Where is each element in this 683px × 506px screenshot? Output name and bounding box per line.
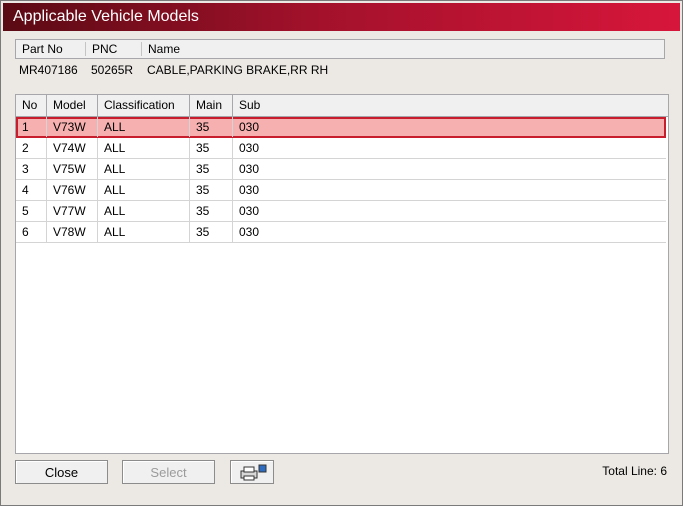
close-button[interactable]: Close — [15, 460, 108, 484]
cell-sub: 030 — [239, 225, 260, 239]
cell-classification: ALL — [98, 222, 190, 242]
title-bar[interactable]: Applicable Vehicle Models — [3, 3, 680, 31]
table-row[interactable]: 2 V74W ALL 35 030 — [16, 138, 666, 159]
cell-main: 35 — [190, 201, 233, 221]
cell-no: 2 — [16, 138, 47, 158]
cell-no: 5 — [16, 201, 47, 221]
pnc-value: 50265R — [91, 63, 134, 77]
table-row[interactable]: 6 V78W ALL 35 030 — [16, 222, 666, 243]
cell-sub: 030 — [239, 120, 260, 134]
print-button[interactable] — [230, 460, 274, 484]
table-row[interactable]: 1 V73W ALL 35 030 — [16, 117, 666, 138]
total-line-label: Total Line: 6 — [602, 464, 667, 478]
name-value: CABLE,PARKING BRAKE,RR RH — [147, 63, 329, 77]
cell-main: 35 — [190, 138, 233, 158]
cell-classification: ALL — [98, 201, 190, 221]
part-no-header: Part No — [16, 42, 86, 56]
cell-model: V78W — [47, 222, 98, 242]
cell-model: V74W — [47, 138, 98, 158]
cell-no: 3 — [16, 159, 47, 179]
applicable-vehicle-models-dialog: Applicable Vehicle Models Part No PNC Na… — [0, 0, 683, 506]
table-row[interactable]: 5 V77W ALL 35 030 — [16, 201, 666, 222]
cell-main: 35 — [190, 180, 233, 200]
cell-no: 4 — [16, 180, 47, 200]
table-header: No Model Classification Main Sub — [16, 95, 668, 117]
cell-model: V75W — [47, 159, 98, 179]
cell-no: 6 — [16, 222, 47, 242]
cell-main: 35 — [190, 222, 233, 242]
name-header: Name — [148, 42, 181, 56]
cell-classification: ALL — [98, 180, 190, 200]
pnc-header: PNC — [86, 42, 142, 56]
column-header-sub[interactable]: Sub — [233, 95, 666, 116]
part-info-header: Part No PNC Name — [15, 39, 665, 59]
column-header-model[interactable]: Model — [47, 95, 98, 116]
column-header-classification[interactable]: Classification — [98, 95, 190, 116]
cell-model: V76W — [47, 180, 98, 200]
cell-sub: 030 — [239, 162, 260, 176]
cell-model: V77W — [47, 201, 98, 221]
column-header-main[interactable]: Main — [190, 95, 233, 116]
cell-main: 35 — [190, 117, 233, 137]
printer-icon — [240, 464, 267, 481]
table-row[interactable]: 4 V76W ALL 35 030 — [16, 180, 666, 201]
part-no-value: MR407186 — [19, 63, 78, 77]
column-header-no[interactable]: No — [16, 95, 47, 116]
cell-sub: 030 — [239, 183, 260, 197]
cell-classification: ALL — [98, 138, 190, 158]
cell-sub: 030 — [239, 141, 260, 155]
cell-sub: 030 — [239, 204, 260, 218]
window-title: Applicable Vehicle Models — [13, 8, 199, 25]
cell-main: 35 — [190, 159, 233, 179]
cell-no: 1 — [16, 117, 47, 137]
cell-classification: ALL — [98, 159, 190, 179]
table-row[interactable]: 3 V75W ALL 35 030 — [16, 159, 666, 180]
part-info-panel: Part No PNC Name MR407186 50265R CABLE,P… — [15, 39, 665, 85]
vehicle-models-table[interactable]: No Model Classification Main Sub 1 V73W AL… — [15, 94, 669, 454]
cell-model: V73W — [47, 117, 98, 137]
select-button[interactable]: Select — [122, 460, 215, 484]
cell-classification: ALL — [98, 117, 190, 137]
